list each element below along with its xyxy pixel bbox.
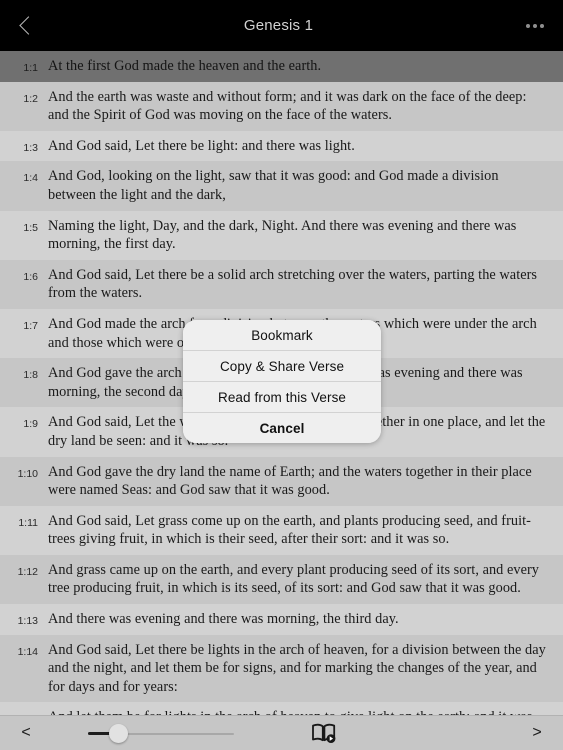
verse-row[interactable]: 1:6 And God said, Let there be a solid ar… (0, 259, 563, 309)
verse-text: And God said, Let grass come up on the e… (48, 512, 531, 548)
next-chapter-button[interactable]: > (511, 716, 563, 750)
bookmark-menu-item[interactable]: Bookmark (183, 320, 381, 351)
page-title: Genesis 1 (243, 17, 314, 34)
verse-row[interactable]: 1:5 Naming the light, Day, and the dark, … (0, 210, 563, 260)
verse-text: And God said, Let there be lights in the… (48, 641, 546, 695)
verse-reference: 1:12 (17, 565, 38, 578)
verse-text: And God said, Let there be light: and th… (48, 137, 355, 154)
slider-thumb[interactable] (109, 723, 128, 743)
verse-row[interactable]: 1:2 And the earth was waste and without f… (0, 81, 563, 131)
verse-reference: 1:4 (23, 172, 38, 185)
verse-text: And God gave the dry land the name of Ea… (48, 463, 532, 499)
chevron-left-icon (20, 16, 31, 36)
verse-row[interactable]: 1:1 At the first God made the heaven and … (0, 51, 563, 82)
verse-reference: 1:9 (23, 418, 38, 431)
app-header: Genesis 1 (0, 0, 563, 51)
verse-text: And God said, Let there be a solid arch … (48, 266, 538, 302)
audio-reader-button[interactable] (298, 716, 350, 750)
verse-row[interactable]: 1:10 And God gave the dry land the name o… (0, 456, 563, 506)
verse-row[interactable]: 1:14 And God said, Let there be lights in… (0, 634, 563, 703)
verse-text: And God, looking on the light, saw that … (48, 168, 499, 203)
verse-reference: 1:3 (23, 141, 38, 154)
more-horizontal-icon-dot-3 (540, 23, 544, 28)
verse-row[interactable]: 1:12 And grass came up on the earth, and … (0, 554, 563, 605)
copy-share-verse-menu-item[interactable]: Copy & Share Verse (183, 351, 381, 382)
verse-row[interactable]: 1:15And let them be for lights in the ar… (0, 702, 563, 715)
verse-action-sheet: Bookmark Copy & Share Verse Read from th… (183, 320, 381, 443)
cancel-menu-item[interactable]: Cancel (183, 413, 381, 443)
verse-reference: 1:10 (17, 467, 38, 480)
verse-reference: 1:6 (23, 270, 38, 283)
chapter-slider[interactable] (88, 716, 236, 750)
verse-row[interactable]: 1:3 And God said, Let there be light: and… (0, 130, 563, 162)
bible-reader-screen: Genesis 1 1:1 At the first God made the h… (0, 0, 563, 750)
verse-row[interactable]: 1:13 And there was evening and there was … (0, 604, 563, 635)
previous-chapter-button[interactable]: < (0, 716, 52, 750)
verse-text: And grass came up on the earth, and ever… (48, 561, 539, 597)
more-horizontal-icon-dot-1 (526, 23, 530, 28)
verse-reference: 1:7 (23, 319, 38, 332)
verse-reference: 1:2 (23, 92, 38, 105)
verse-row[interactable]: 1:11 And God said, Let grass come up on t… (0, 505, 563, 555)
read-from-this-verse-menu-item[interactable]: Read from this Verse (183, 382, 381, 413)
back-button[interactable] (0, 0, 50, 51)
more-options-button[interactable] (507, 0, 563, 51)
verse-text: Naming the light, Day, and the dark, Nig… (48, 217, 517, 253)
verse-row[interactable]: 1:4 And God, looking on the light, saw th… (0, 161, 563, 211)
verse-text: At the first God made the heaven and the… (48, 58, 322, 74)
verse-reference: 1:8 (23, 369, 38, 382)
verse-text: And the earth was waste and without form… (48, 88, 527, 124)
verse-reference: 1:5 (23, 221, 38, 234)
verse-reference: 1:14 (17, 645, 38, 658)
book-audio-icon (311, 723, 335, 743)
verse-reference: 1:11 (18, 516, 38, 529)
more-horizontal-icon-dot-2 (533, 23, 537, 28)
verse-text: And there was evening and there was morn… (48, 611, 399, 628)
bottom-toolbar: < > (0, 715, 563, 750)
verse-reference: 1:13 (17, 615, 38, 628)
verse-reference: 1:1 (23, 62, 38, 74)
